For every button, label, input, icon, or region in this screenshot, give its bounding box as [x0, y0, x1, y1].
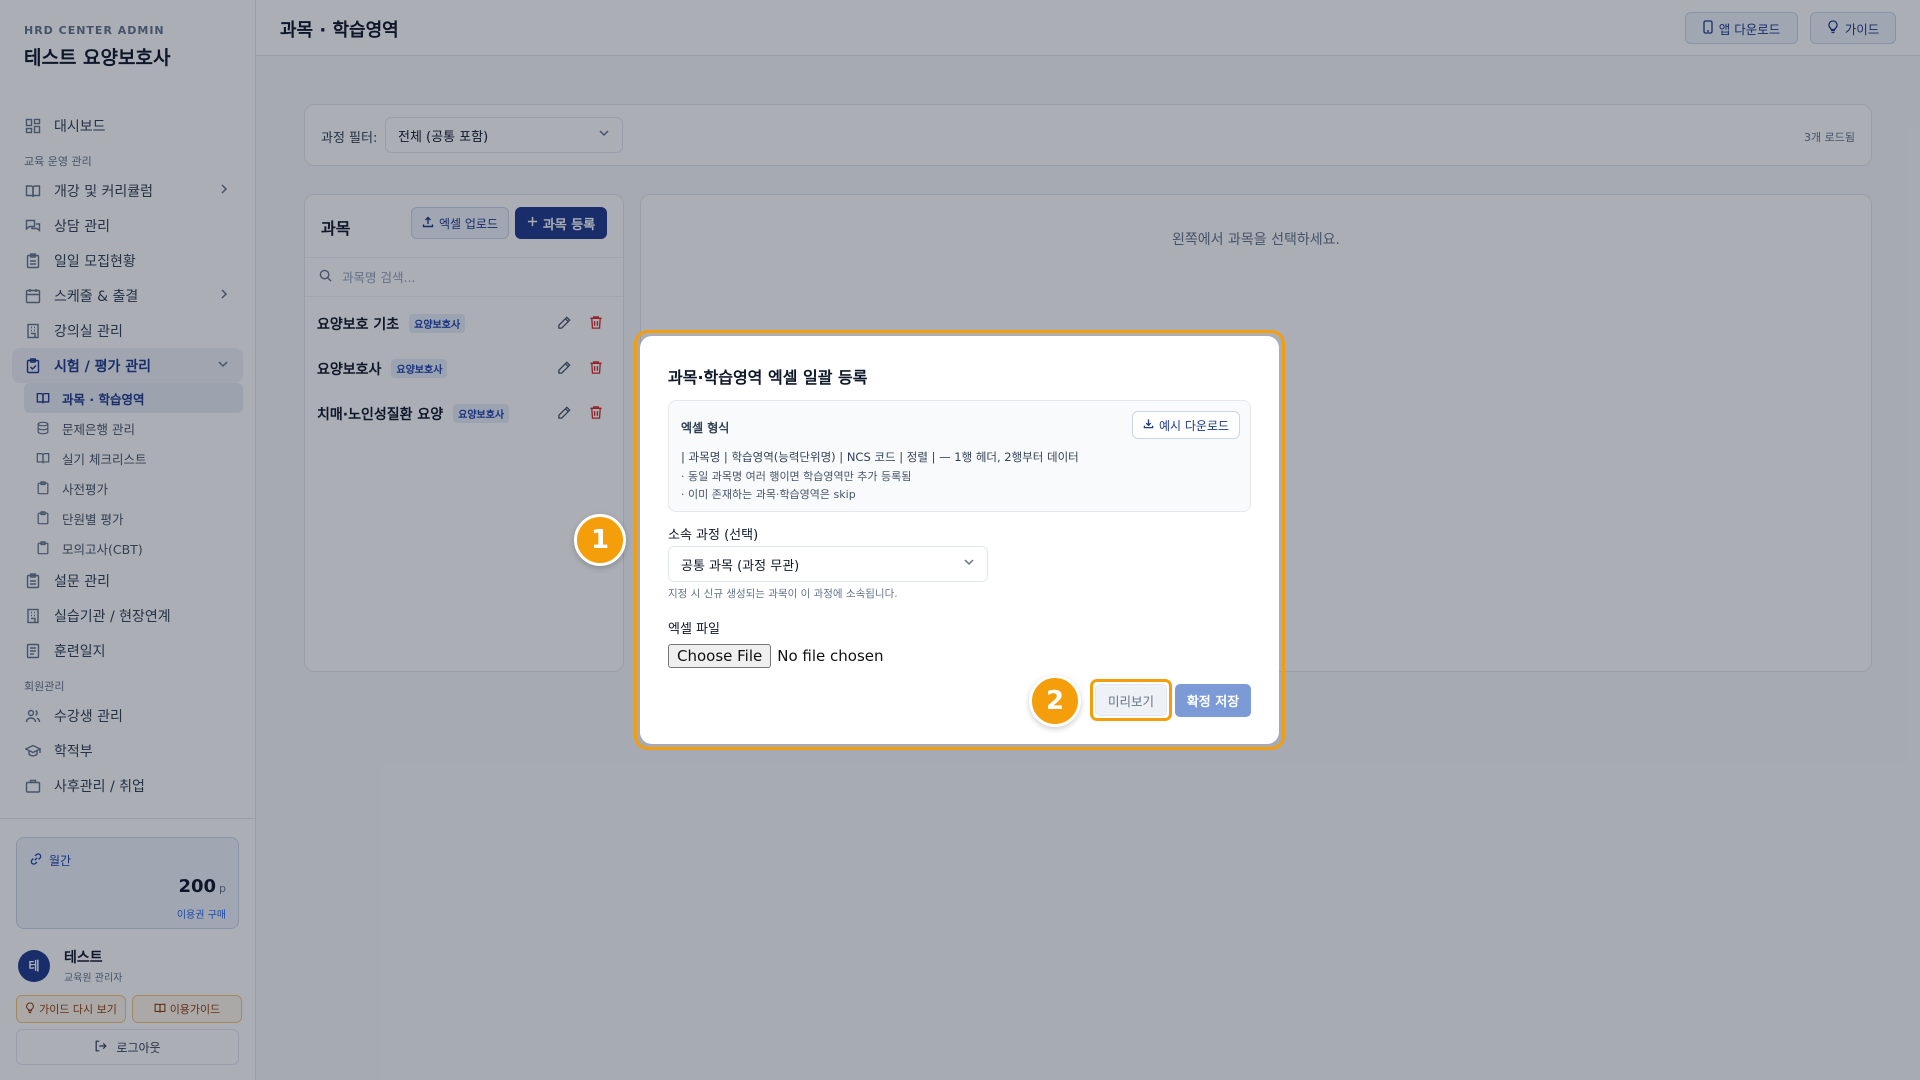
format-label: 엑셀 형식	[681, 421, 730, 435]
step-marker-1: 1	[574, 514, 626, 566]
course-select-value: 공통 과목 (과정 무관)	[681, 558, 800, 574]
file-input[interactable]: Choose File No file chosen	[668, 644, 884, 668]
step-marker-2: 2	[1029, 675, 1081, 727]
course-field-label: 소속 과정 (선택)	[668, 528, 759, 543]
course-hint: 지정 시 신규 생성되는 과목이 이 과정에 소속됩니다.	[668, 588, 898, 600]
download-icon	[1143, 418, 1154, 432]
modal-title: 과목·학습영역 엑셀 일괄 등록	[668, 368, 868, 387]
confirm-save-button[interactable]: 확정 저장	[1175, 684, 1251, 717]
file-field-label: 엑셀 파일	[668, 622, 720, 637]
format-note: · 동일 과목명 여러 행이면 학습영역만 추가 등록됨	[681, 470, 912, 483]
preview-button[interactable]: 미리보기	[1095, 684, 1167, 716]
download-sample-label: 예시 다운로드	[1158, 418, 1230, 433]
excel-import-modal: 과목·학습영역 엑셀 일괄 등록 엑셀 형식 예시 다운로드 | 과목명 | 학…	[640, 336, 1279, 744]
download-sample-button[interactable]: 예시 다운로드	[1132, 411, 1240, 439]
format-note: · 이미 존재하는 과목·학습영역은 skip	[681, 488, 856, 501]
file-status: No file chosen	[777, 647, 884, 665]
chevron-down-icon	[963, 556, 975, 572]
format-columns: | 과목명 | 학습영역(능력단위명) | NCS 코드 | 정렬 | — 1행…	[681, 450, 1079, 464]
excel-format-box: 엑셀 형식 예시 다운로드 | 과목명 | 학습영역(능력단위명) | NCS …	[668, 400, 1251, 512]
choose-file-button[interactable]: Choose File	[668, 644, 772, 668]
course-select[interactable]: 공통 과목 (과정 무관)	[668, 546, 988, 582]
